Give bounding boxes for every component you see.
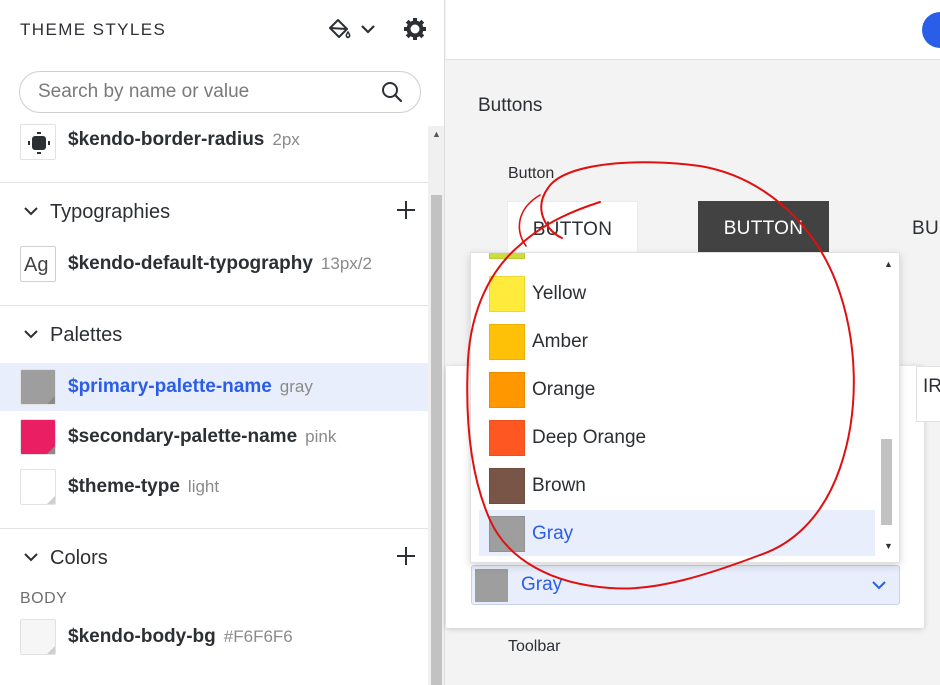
add-icon[interactable] — [395, 545, 417, 567]
color-swatch — [489, 516, 525, 552]
color-swatch[interactable] — [20, 619, 56, 655]
list-item-selected[interactable]: Gray — [479, 510, 875, 556]
list-item[interactable]: Orange — [479, 366, 875, 412]
demo-button-solid[interactable]: BUTTON — [698, 201, 829, 255]
search-box[interactable] — [19, 71, 421, 113]
list-item[interactable]: Amber — [479, 318, 875, 364]
variable-row-border-radius[interactable]: $kendo-border-radius 2px — [0, 117, 428, 165]
chevron-down-icon[interactable] — [357, 16, 379, 42]
chevron-down-icon[interactable] — [22, 548, 40, 566]
demo-button-clipped[interactable]: BU — [912, 201, 940, 255]
search-input[interactable] — [38, 80, 368, 104]
color-swatch — [489, 468, 525, 504]
theme-styles-sidebar: THEME STYLES Search by name or value $ke… — [0, 0, 445, 685]
combobox-value: Gray — [521, 574, 563, 595]
preview-topbar — [446, 0, 940, 60]
section-typographies[interactable]: Typographies — [0, 182, 428, 238]
chevron-down-icon[interactable] — [22, 325, 40, 343]
list-item[interactable]: Deep Orange — [479, 414, 875, 460]
color-swatch[interactable] — [20, 419, 56, 455]
color-swatch — [489, 276, 525, 312]
gear-icon[interactable] — [402, 16, 428, 42]
chevron-down-icon[interactable] — [870, 576, 888, 594]
sidebar-title: THEME STYLES — [20, 20, 167, 39]
palette-dropdown-list: Yellow Amber Orange Deep Orange Brown Gr… — [470, 252, 900, 563]
group-label: BODY — [20, 590, 68, 607]
scroll-up-arrow-icon[interactable]: ▲ — [884, 259, 893, 269]
variable-name: $primary-palette-name gray — [68, 376, 313, 397]
section-colors[interactable]: Colors — [0, 528, 428, 584]
scroll-down-arrow-icon[interactable]: ▼ — [884, 541, 893, 551]
variable-name: $kendo-border-radius 2px — [68, 129, 300, 150]
search-icon[interactable] — [380, 80, 404, 104]
color-swatch — [489, 372, 525, 408]
list-item-label: Amber — [532, 331, 588, 352]
sidebar-header: THEME STYLES — [0, 0, 444, 60]
component-label: Toolbar — [508, 638, 561, 655]
variable-name: $kendo-default-typography 13px/2 — [68, 253, 372, 274]
palette-combobox[interactable]: Gray — [471, 565, 900, 605]
variable-row-default-typography[interactable]: Ag $kendo-default-typography 13px/2 — [0, 240, 428, 288]
avatar[interactable] — [922, 12, 940, 48]
component-label: Button — [508, 165, 555, 182]
popup-tab-partial[interactable]: IR — [916, 366, 940, 422]
list-item[interactable]: Yellow — [479, 270, 875, 316]
variable-name: $theme-type light — [68, 476, 220, 497]
color-swatch[interactable] — [20, 369, 56, 405]
scroll-up-arrow-icon[interactable]: ▲ — [431, 128, 442, 140]
color-swatch-partial — [489, 253, 525, 259]
variable-name: $secondary-palette-name pink — [68, 426, 337, 447]
dropdown-scrollbar[interactable]: ▲ ▼ — [878, 253, 898, 562]
add-icon[interactable] — [395, 199, 417, 221]
section-label: Typographies — [50, 201, 171, 223]
section-title: Buttons — [478, 95, 543, 116]
variable-name: $kendo-body-bg #F6F6F6 — [68, 626, 293, 647]
demo-button-default[interactable]: BUTTON — [507, 201, 638, 255]
color-swatch[interactable] — [20, 469, 56, 505]
color-swatch — [489, 420, 525, 456]
selected-color-swatch — [475, 569, 508, 602]
typography-icon: Ag — [20, 246, 56, 282]
list-item-label: Yellow — [532, 283, 587, 304]
section-label: Colors — [50, 547, 108, 569]
color-swatch — [489, 324, 525, 360]
section-palettes[interactable]: Palettes — [0, 305, 428, 361]
list-item-label: Orange — [532, 379, 596, 400]
variable-row-theme-type[interactable]: $theme-type light — [0, 463, 428, 511]
variable-row-primary-palette[interactable]: $primary-palette-name gray — [0, 363, 428, 411]
list-item-label: Deep Orange — [532, 427, 647, 448]
sidebar-scroll-thumb[interactable] — [431, 195, 442, 685]
list-item-label: Gray — [532, 523, 574, 544]
list-item[interactable]: Brown — [479, 462, 875, 508]
variable-row-secondary-palette[interactable]: $secondary-palette-name pink — [0, 413, 428, 461]
section-label: Palettes — [50, 324, 123, 346]
variable-row-body-bg[interactable]: $kendo-body-bg #F6F6F6 — [0, 613, 428, 661]
paint-bucket-icon[interactable] — [326, 16, 352, 42]
border-radius-icon — [20, 124, 56, 160]
chevron-down-icon[interactable] — [22, 202, 40, 220]
list-item-label: Brown — [532, 475, 586, 496]
dropdown-scroll-thumb[interactable] — [881, 439, 892, 525]
